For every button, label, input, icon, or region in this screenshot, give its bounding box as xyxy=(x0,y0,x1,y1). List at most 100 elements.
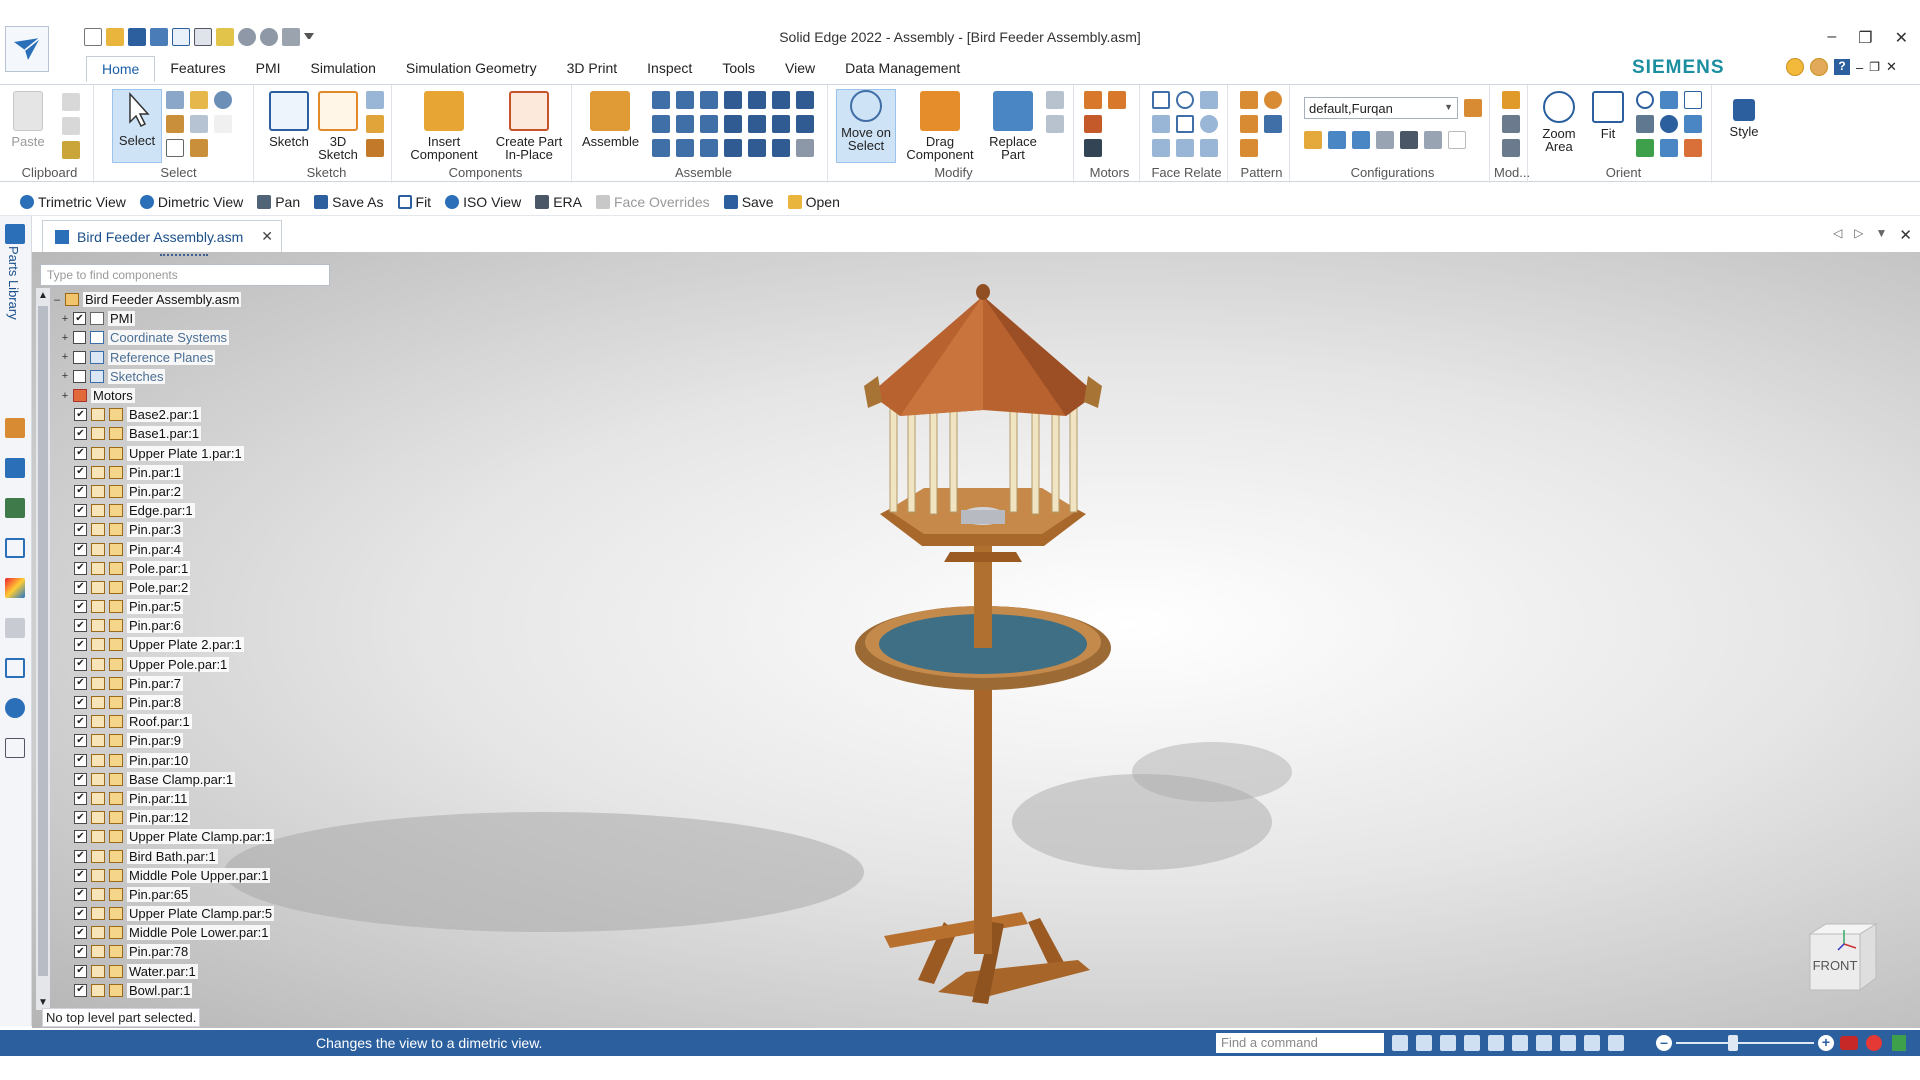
sketch-pen-icon[interactable] xyxy=(366,139,384,157)
relationship-assistant-icon[interactable] xyxy=(796,139,814,157)
tree-root[interactable]: – Bird Feeder Assembly.asm xyxy=(52,290,350,309)
visibility-checkbox[interactable]: ✔ xyxy=(74,427,87,441)
offset-icon[interactable] xyxy=(676,139,694,157)
tree-part-row[interactable]: ✔ Edge.par:1 xyxy=(52,501,350,520)
parts-library-tab[interactable]: Parts Library xyxy=(6,246,21,320)
move-on-select-button[interactable]: Move on Select xyxy=(836,89,896,163)
replace-part-button[interactable]: Replace Part xyxy=(984,91,1042,161)
planar-align-icon[interactable] xyxy=(676,91,694,109)
visibility-checkbox[interactable] xyxy=(73,331,86,345)
visibility-checkbox[interactable]: ✔ xyxy=(74,964,87,978)
select-group-icon[interactable] xyxy=(190,115,208,133)
visibility-checkbox[interactable]: ✔ xyxy=(74,926,87,940)
axial-align-icon[interactable] xyxy=(700,91,718,109)
cut-icon[interactable] xyxy=(62,93,80,111)
visibility-checkbox[interactable]: ✔ xyxy=(74,484,87,498)
named-views-icon[interactable] xyxy=(1660,91,1678,109)
settings-panel-icon[interactable] xyxy=(5,698,25,718)
previous-view-icon[interactable] xyxy=(1636,139,1654,157)
view-orientation-icon[interactable] xyxy=(1684,91,1702,109)
motor-animate-icon[interactable] xyxy=(1084,139,1102,157)
rotational-motor-icon[interactable] xyxy=(1084,91,1102,109)
visibility-checkbox[interactable]: ✔ xyxy=(74,772,87,786)
tree-part-row[interactable]: ✔ Pole.par:2 xyxy=(52,578,350,597)
configuration-dropdown[interactable]: default,Furqan ▼ xyxy=(1304,97,1458,119)
tree-part-row[interactable]: ✔ Pole.par:1 xyxy=(52,559,350,578)
visibility-checkbox[interactable]: ✔ xyxy=(74,983,87,997)
tree-part-row[interactable]: ✔ Pin.par:12 xyxy=(52,808,350,827)
expand-icon[interactable]: + xyxy=(60,370,70,382)
style-button[interactable]: Style xyxy=(1722,91,1766,138)
tab-simulation-geometry[interactable]: Simulation Geometry xyxy=(391,56,552,82)
save-as-button[interactable]: Save As xyxy=(314,194,384,210)
tree-folder-sketches[interactable]: + Sketches xyxy=(52,367,350,386)
fit-icon[interactable] xyxy=(1464,1035,1480,1051)
tab-simulation[interactable]: Simulation xyxy=(296,56,391,82)
duplicate-icon[interactable] xyxy=(1264,115,1282,133)
visibility-checkbox[interactable]: ✔ xyxy=(74,561,87,575)
zone-icon[interactable] xyxy=(1328,131,1346,149)
zoom-area-icon[interactable] xyxy=(1416,1035,1432,1051)
visibility-checkbox[interactable]: ✔ xyxy=(74,696,87,710)
restore-icon[interactable]: ❐ xyxy=(1858,28,1872,48)
pan-button[interactable]: Pan xyxy=(257,194,300,210)
iso-view-button[interactable]: ISO View xyxy=(445,194,521,210)
collapse-icon[interactable]: – xyxy=(52,294,62,306)
tab-list-icon[interactable]: ▼ xyxy=(1876,226,1888,244)
paste-button[interactable]: Paste xyxy=(10,91,46,148)
views-icon[interactable] xyxy=(1608,1035,1624,1051)
select-filter-icon[interactable] xyxy=(166,115,184,133)
linear-motor-icon[interactable] xyxy=(1108,91,1126,109)
flash-fit-icon[interactable] xyxy=(724,139,742,157)
create-part-in-place-button[interactable]: Create Part In-Place xyxy=(488,91,570,161)
tangent-face-icon[interactable] xyxy=(1200,115,1218,133)
expand-icon[interactable]: + xyxy=(60,390,70,402)
select-tools-panel-icon[interactable] xyxy=(5,538,25,558)
insert-relation-icon[interactable] xyxy=(724,91,742,109)
select-tools-icon[interactable] xyxy=(166,91,184,109)
tab-features[interactable]: Features xyxy=(155,56,240,82)
tab-tools[interactable]: Tools xyxy=(707,56,770,82)
view-cube[interactable]: FRONT xyxy=(1804,920,1878,996)
attach-icon[interactable] xyxy=(1502,139,1520,157)
transfer-icon[interactable] xyxy=(1046,91,1064,109)
help-panel-icon[interactable] xyxy=(5,458,25,478)
expand-icon[interactable]: + xyxy=(60,313,70,325)
doc-minimize-icon[interactable]: – xyxy=(1856,60,1863,75)
tree-part-row[interactable]: ✔ Upper Plate Clamp.par:1 xyxy=(52,827,350,846)
close-all-icon[interactable]: ✕ xyxy=(1899,226,1912,244)
scroll-up-icon[interactable]: ▲ xyxy=(38,290,48,301)
tree-part-row[interactable]: ✔ Pin.par:10 xyxy=(52,751,350,770)
parallel-face-icon[interactable] xyxy=(1152,115,1170,133)
layers-icon[interactable] xyxy=(5,498,25,518)
scroll-down-icon[interactable]: ▼ xyxy=(38,997,48,1008)
relationship-handle-icon[interactable] xyxy=(748,139,766,157)
tree-part-row[interactable]: ✔ Roof.par:1 xyxy=(52,712,350,731)
show-all-icon[interactable] xyxy=(1376,131,1394,149)
find-icon[interactable] xyxy=(214,91,232,109)
zoom-icon[interactable] xyxy=(1636,91,1654,109)
tree-part-row[interactable]: ✔ Pin.par:4 xyxy=(52,539,350,558)
spin-icon[interactable] xyxy=(1536,1035,1552,1051)
find-command-input[interactable]: Find a command xyxy=(1216,1033,1384,1053)
tree-folder-motors[interactable]: + Motors xyxy=(52,386,350,405)
visibility-checkbox[interactable]: ✔ xyxy=(73,312,86,326)
visibility-checkbox[interactable]: ✔ xyxy=(74,542,87,556)
sketch-copy-icon[interactable] xyxy=(366,91,384,109)
document-tab[interactable]: Bird Feeder Assembly.asm ✕ xyxy=(42,220,282,252)
transparency-icon[interactable] xyxy=(1448,131,1466,149)
visibility-checkbox[interactable]: ✔ xyxy=(74,465,87,479)
chevron-left-icon[interactable]: ◁ xyxy=(1833,226,1842,244)
scroll-thumb[interactable] xyxy=(38,306,48,976)
mirror-components-icon[interactable] xyxy=(1240,115,1258,133)
visibility-checkbox[interactable]: ✔ xyxy=(74,523,87,537)
view-styles-icon[interactable] xyxy=(1560,1035,1576,1051)
close-icon[interactable]: ✕ xyxy=(1895,28,1908,48)
visibility-checkbox[interactable]: ✔ xyxy=(74,638,87,652)
visibility-checkbox[interactable]: ✔ xyxy=(74,907,87,921)
tree-part-row[interactable]: ✔ Pin.par:65 xyxy=(52,885,350,904)
assembly-pathfinder-icon[interactable] xyxy=(5,418,25,438)
tree-part-row[interactable]: ✔ Base1.par:1 xyxy=(52,424,350,443)
hide-icon[interactable] xyxy=(1424,131,1442,149)
visibility-checkbox[interactable]: ✔ xyxy=(74,849,87,863)
